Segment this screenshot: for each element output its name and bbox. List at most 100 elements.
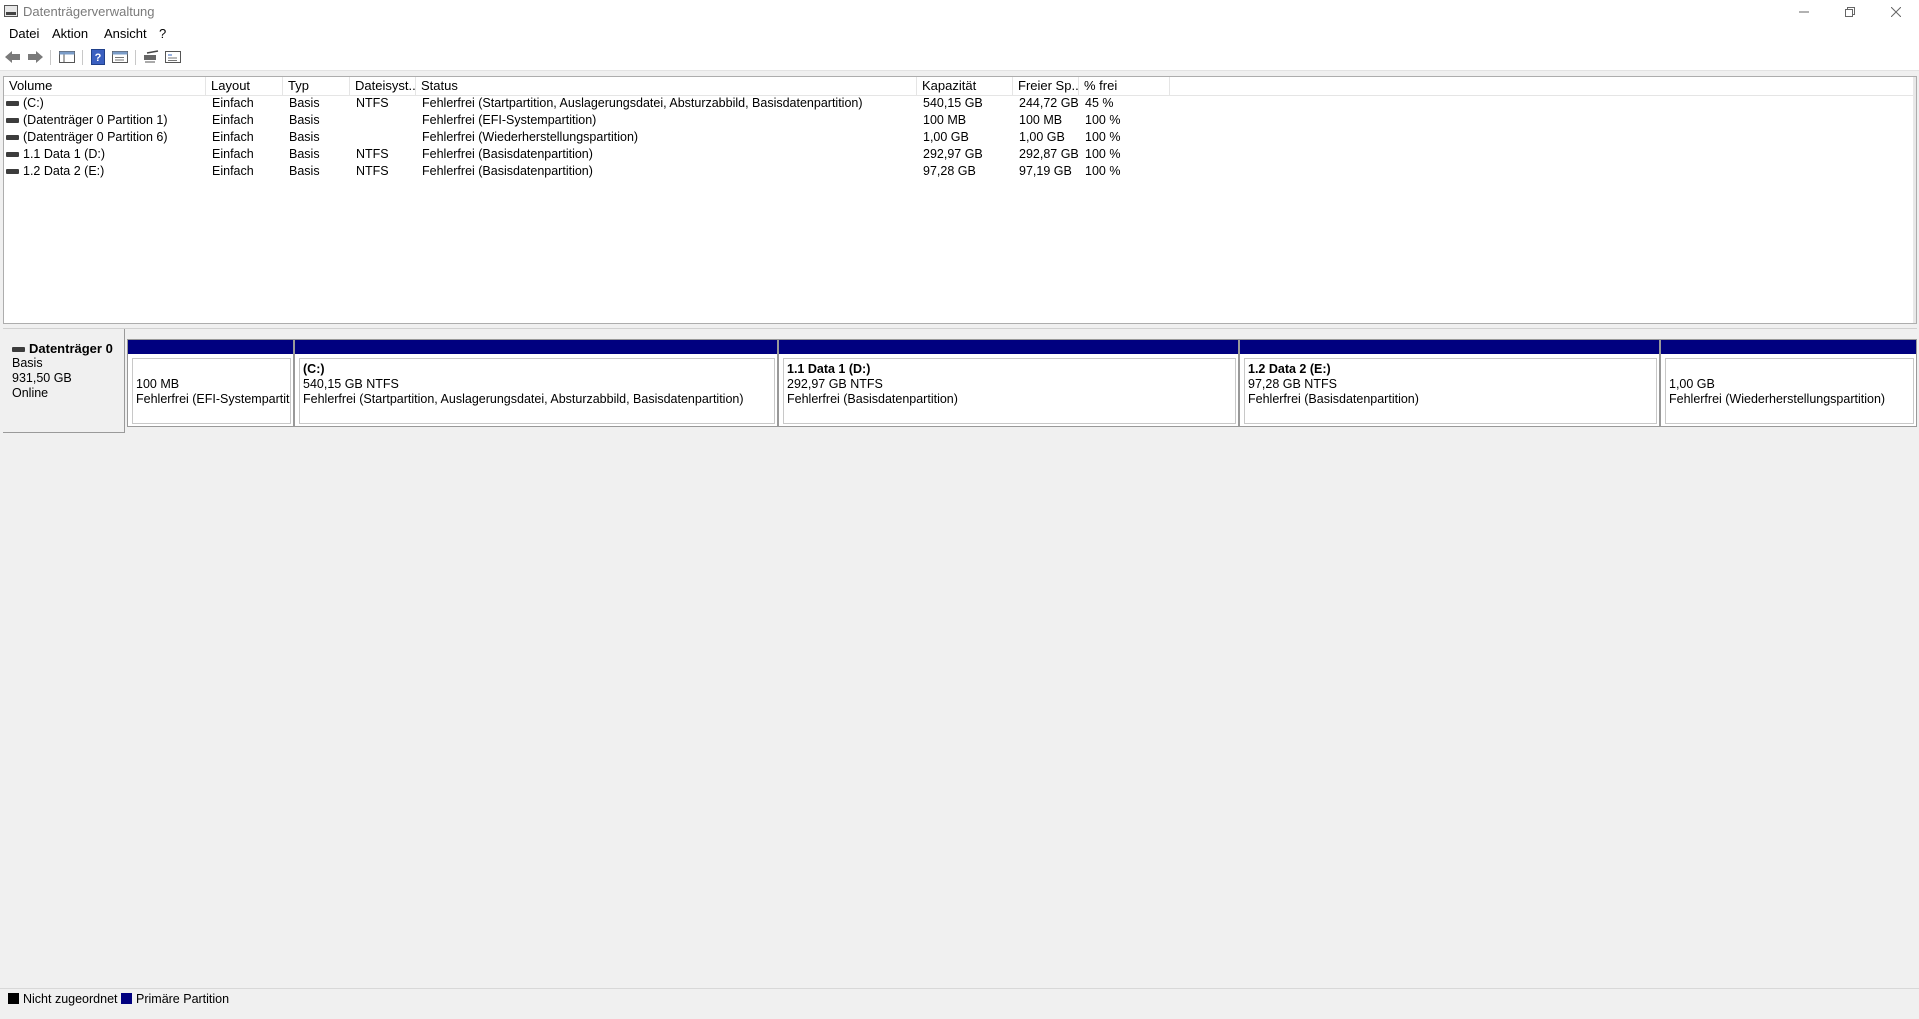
legend-unallocated: Nicht zugeordnet — [23, 992, 118, 1006]
close-button[interactable] — [1873, 0, 1919, 24]
cell-dateisystem — [350, 112, 416, 129]
cell-kapazitaet: 97,28 GB — [923, 164, 976, 178]
cell-kapazitaet: 1,00 GB — [923, 130, 969, 144]
disk-info-panel[interactable]: Datenträger 0 Basis 931,50 GB Online — [3, 329, 125, 433]
column-header-dateisystem[interactable]: Dateisyst... — [350, 77, 416, 95]
cell-layout: Einfach — [212, 113, 254, 127]
partition-bar — [1240, 340, 1659, 354]
partition-bar — [779, 340, 1238, 354]
console-tree-button[interactable] — [57, 48, 77, 66]
minimize-button[interactable] — [1781, 0, 1827, 24]
partition-size: 100 MB — [136, 377, 180, 391]
disk-management-icon — [4, 5, 18, 17]
disk-state: Online — [12, 386, 49, 400]
partition-size: 1,00 GB — [1669, 377, 1715, 391]
cell-layout: Einfach — [212, 164, 254, 178]
cell-kapazitaet: 292,97 GB — [923, 147, 983, 161]
properties-button[interactable] — [110, 48, 130, 66]
cell-status: Fehlerfrei (EFI-Systempartition) — [422, 113, 597, 127]
menu-aktion[interactable]: Aktion — [52, 26, 88, 41]
cell-status: Fehlerfrei (Startpartition, Auslagerungs… — [422, 96, 863, 110]
rescan-disks-button[interactable] — [141, 48, 161, 66]
cell-volume: 1.2 Data 2 (E:) — [23, 164, 105, 178]
status-bar — [0, 1008, 1919, 1019]
back-arrow-icon — [5, 51, 20, 63]
minimize-icon — [1799, 11, 1809, 13]
cell-dateisystem: NTFS — [356, 147, 389, 161]
cell-layout: Einfach — [212, 96, 254, 110]
unallocated-swatch — [8, 993, 19, 1004]
table-row[interactable]: (C:) Einfach Basis NTFS Fehlerfrei (Star… — [4, 95, 1916, 112]
legend-bar: Nicht zugeordnet Primäre Partition — [0, 988, 1919, 1009]
cell-freier-speicher: 100 MB — [1019, 113, 1063, 127]
menu-help[interactable]: ? — [159, 26, 166, 41]
console-tree-icon — [59, 51, 75, 63]
menu-datei[interactable]: Datei — [9, 26, 39, 41]
partition-status: Fehlerfrei (Basisdatenpartition) — [1248, 392, 1419, 406]
partition-status: Fehlerfrei (Wiederherstellungspartition) — [1669, 392, 1886, 406]
back-button[interactable] — [3, 48, 23, 66]
forward-arrow-icon — [28, 51, 43, 63]
partition-title — [1669, 362, 1913, 377]
cell-kapazitaet: 540,15 GB — [923, 96, 983, 110]
column-header-volume[interactable]: Volume — [4, 77, 206, 95]
cell-typ: Basis — [289, 147, 320, 161]
partition-title: (C:) — [303, 362, 325, 376]
legend-primary: Primäre Partition — [136, 992, 230, 1006]
table-row[interactable]: (Datenträger 0 Partition 6) Einfach Basi… — [4, 129, 1916, 146]
column-header-status[interactable]: Status — [416, 77, 917, 95]
rescan-disks-icon — [144, 50, 159, 63]
column-header-prozent-frei[interactable]: % frei — [1079, 77, 1170, 95]
partition-e[interactable]: 1.2 Data 2 (E:) 97,28 GB NTFS Fehlerfrei… — [1239, 339, 1660, 427]
partition-bar — [128, 340, 293, 354]
menu-bar: Datei Aktion Ansicht ? — [0, 24, 1919, 44]
column-header-layout[interactable]: Layout — [206, 77, 283, 95]
table-row[interactable]: 1.1 Data 1 (D:) Einfach Basis NTFS Fehle… — [4, 146, 1916, 163]
list-scrollbar[interactable] — [1913, 77, 1916, 323]
partition-title: 1.1 Data 1 (D:) — [787, 362, 871, 376]
partition-size: 540,15 GB NTFS — [303, 377, 399, 391]
column-header-freier-speicher[interactable]: Freier Sp... — [1013, 77, 1079, 95]
title-bar: Datenträgerverwaltung — [0, 0, 1919, 24]
volume-icon — [6, 135, 19, 141]
partition-d[interactable]: 1.1 Data 1 (D:) 292,97 GB NTFS Fehlerfre… — [778, 339, 1239, 427]
volume-icon — [6, 169, 19, 175]
disk-size: 931,50 GB — [12, 371, 72, 385]
partition-efi[interactable]: 100 MB Fehlerfrei (EFI-Systempartitio — [127, 339, 294, 427]
properties-icon — [112, 51, 128, 63]
cell-status: Fehlerfrei (Wiederherstellungspartition) — [422, 130, 639, 144]
cell-typ: Basis — [289, 113, 320, 127]
restore-button[interactable] — [1827, 0, 1873, 24]
menu-ansicht[interactable]: Ansicht — [104, 26, 147, 41]
help-icon: ? — [91, 49, 105, 65]
help-button[interactable]: ? — [88, 48, 108, 66]
list-header: Volume Layout Typ Dateisyst... Status Ka… — [4, 77, 1916, 96]
cell-kapazitaet: 100 MB — [923, 113, 967, 127]
toolbar: ? — [0, 44, 1919, 71]
table-row[interactable]: 1.2 Data 2 (E:) Einfach Basis NTFS Fehle… — [4, 163, 1916, 180]
partition-status: Fehlerfrei (Basisdatenpartition) — [787, 392, 958, 406]
table-row[interactable]: (Datenträger 0 Partition 1) Einfach Basi… — [4, 112, 1916, 129]
partition-size: 292,97 GB NTFS — [787, 377, 883, 391]
column-header-typ[interactable]: Typ — [283, 77, 350, 95]
cell-layout: Einfach — [212, 147, 254, 161]
partition-title — [136, 362, 290, 377]
column-header-kapazitaet[interactable]: Kapazität — [917, 77, 1013, 95]
settings-button[interactable] — [163, 48, 183, 66]
cell-dateisystem — [350, 129, 416, 146]
partition-bar — [1661, 340, 1916, 354]
disk-view: Datenträger 0 Basis 931,50 GB Online 100… — [3, 328, 1917, 989]
cell-prozent-frei: 100 % — [1085, 130, 1121, 144]
volume-icon — [6, 101, 19, 107]
cell-volume: (Datenträger 0 Partition 6) — [23, 130, 168, 144]
partition-c[interactable]: (C:) 540,15 GB NTFS Fehlerfrei (Startpar… — [294, 339, 778, 427]
cell-freier-speicher: 1,00 GB — [1019, 130, 1065, 144]
disk-icon — [12, 347, 25, 353]
partition-bar — [295, 340, 777, 354]
cell-prozent-frei: 100 % — [1085, 164, 1121, 178]
forward-button[interactable] — [25, 48, 45, 66]
cell-typ: Basis — [289, 96, 320, 110]
partition-recovery[interactable]: 1,00 GB Fehlerfrei (Wiederherstellungspa… — [1660, 339, 1917, 427]
svg-text:?: ? — [95, 52, 102, 64]
cell-freier-speicher: 292,87 GB — [1019, 147, 1079, 161]
